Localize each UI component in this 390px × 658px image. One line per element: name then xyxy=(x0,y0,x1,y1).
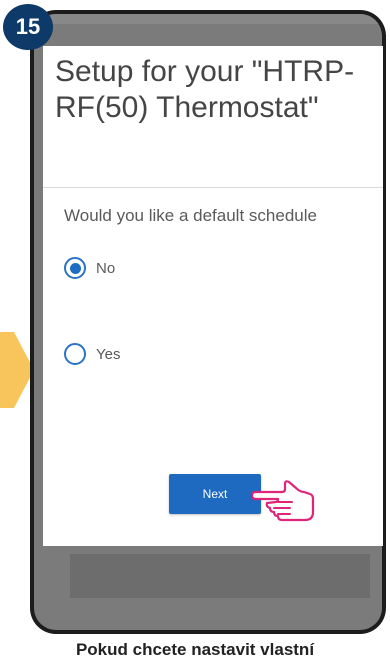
background-content-strip xyxy=(70,554,370,598)
radio-button-yes[interactable] xyxy=(64,343,86,365)
radio-button-no[interactable] xyxy=(64,257,86,279)
radio-option-yes[interactable]: Yes xyxy=(64,340,362,368)
radio-option-no[interactable]: No xyxy=(64,254,362,282)
background-header-bar xyxy=(34,14,382,24)
tutorial-stage: 15 Setup for your "HTRP-RF(50) Thermosta… xyxy=(0,0,390,658)
next-button[interactable]: Next xyxy=(169,474,261,514)
dialog-title: Setup for your "HTRP-RF(50) Thermostat" xyxy=(55,55,355,124)
setup-dialog: Setup for your "HTRP-RF(50) Thermostat" … xyxy=(43,46,383,546)
step-number-badge: 15 xyxy=(3,4,53,50)
schedule-question: Would you like a default schedule xyxy=(64,206,317,225)
step-number: 15 xyxy=(15,14,41,39)
pointing-hand-icon xyxy=(252,480,315,522)
radio-label-no: No xyxy=(96,259,116,277)
dialog-body: Would you like a default schedule No Yes xyxy=(43,188,383,368)
radio-selected-dot xyxy=(69,262,81,274)
radio-label-yes: Yes xyxy=(96,345,121,363)
dialog-header: Setup for your "HTRP-RF(50) Thermostat" xyxy=(43,46,383,188)
tutorial-caption: Pokud chcete nastavit vlastní xyxy=(75,640,315,658)
arrow-right-icon xyxy=(0,332,34,408)
